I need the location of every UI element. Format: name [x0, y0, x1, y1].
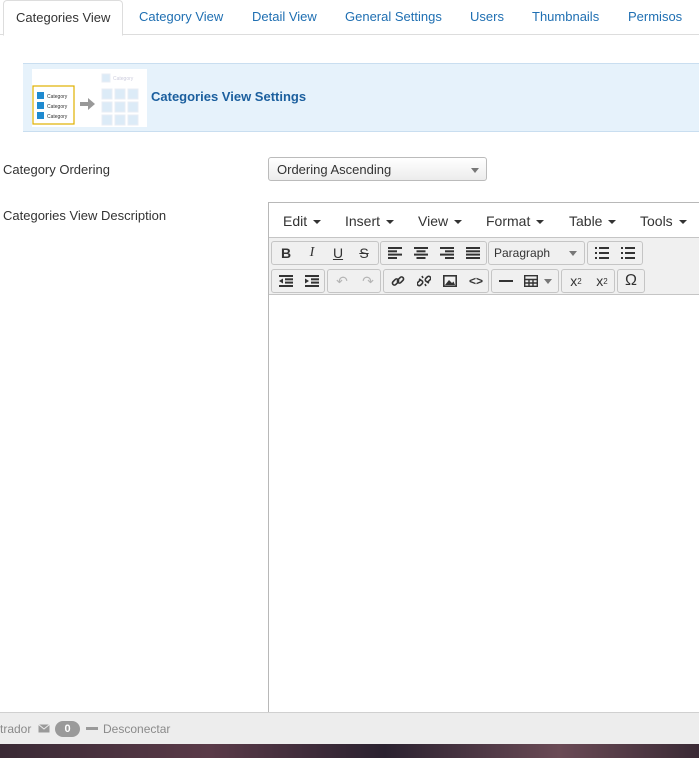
- unlink-icon[interactable]: [411, 270, 437, 292]
- code-icon[interactable]: <>: [463, 270, 489, 292]
- logout-link[interactable]: Desconectar: [103, 722, 170, 736]
- category-ordering-value: Ordering Ascending: [277, 162, 392, 177]
- redo-icon[interactable]: ↷: [355, 270, 381, 292]
- chevron-down-icon: [471, 168, 479, 173]
- desktop-background: [0, 744, 699, 758]
- menu-view[interactable]: View: [418, 213, 463, 229]
- chevron-down-icon: [454, 220, 463, 225]
- editor-content-area[interactable]: [269, 295, 699, 713]
- categories-view-description-label: Categories View Description: [3, 208, 167, 223]
- thumbnail-label: Category: [47, 104, 68, 110]
- dash-icon: [86, 727, 98, 730]
- tab-bar: Categories View Category View Detail Vie…: [0, 0, 699, 36]
- menu-tools-label: Tools: [640, 213, 673, 229]
- panel-title: Categories View Settings: [151, 89, 307, 104]
- strikethrough-icon[interactable]: S: [351, 242, 377, 264]
- image-icon[interactable]: [437, 270, 463, 292]
- text-style-group: B I U S: [271, 241, 379, 265]
- thumbnail-label: Category: [47, 114, 68, 120]
- italic-icon[interactable]: I: [299, 242, 325, 264]
- superscript-icon[interactable]: x2: [589, 270, 615, 292]
- menu-insert-label: Insert: [345, 213, 381, 229]
- chevron-down-icon: [313, 220, 322, 225]
- tab-users[interactable]: Users: [458, 0, 516, 35]
- menu-table[interactable]: Table: [569, 213, 617, 229]
- underline-icon[interactable]: U: [325, 242, 351, 264]
- tab-permisos[interactable]: Permisos: [616, 0, 694, 35]
- settings-header-panel: Category Category Category Category Cate…: [23, 63, 699, 132]
- menu-format-label: Format: [486, 213, 531, 229]
- category-ordering-label: Category Ordering: [3, 162, 110, 177]
- rule-table-group: [491, 269, 559, 293]
- list-group: [587, 241, 643, 265]
- chevron-down-icon: [569, 251, 577, 256]
- rich-text-editor: Edit Insert View Format Table Tools B I …: [268, 202, 699, 714]
- special-char-group: Ω: [617, 269, 645, 293]
- admin-status-bar: trador 0 Desconectar: [0, 712, 699, 744]
- bold-icon[interactable]: B: [273, 242, 299, 264]
- bullet-list-icon[interactable]: [589, 242, 615, 264]
- chevron-down-icon: [544, 278, 552, 284]
- envelope-icon[interactable]: [38, 724, 50, 733]
- chevron-down-icon: [678, 220, 687, 225]
- editor-menubar: Edit Insert View Format Table Tools: [269, 203, 699, 237]
- align-justify-icon[interactable]: [460, 242, 486, 264]
- menu-edit-label: Edit: [283, 213, 308, 229]
- tab-categories-view[interactable]: Categories View: [3, 0, 124, 36]
- tab-thumbnails[interactable]: Thumbnails: [520, 0, 611, 35]
- align-center-icon[interactable]: [408, 242, 434, 264]
- menu-edit[interactable]: Edit: [283, 213, 322, 229]
- horizontal-rule-icon[interactable]: [493, 270, 519, 292]
- chevron-down-icon: [608, 220, 617, 225]
- outdent-icon[interactable]: [273, 270, 299, 292]
- chevron-down-icon: [386, 220, 395, 225]
- insert-group: <>: [383, 269, 489, 293]
- subscript-icon[interactable]: x2: [563, 270, 589, 292]
- menu-insert[interactable]: Insert: [345, 213, 395, 229]
- history-group: ↶ ↷: [327, 269, 381, 293]
- indent-icon[interactable]: [299, 270, 325, 292]
- format-select[interactable]: Paragraph: [488, 241, 585, 265]
- table-icon[interactable]: [519, 270, 557, 292]
- align-right-icon[interactable]: [434, 242, 460, 264]
- link-icon[interactable]: [385, 270, 411, 292]
- editor-toolbar: B I U S Paragraph ↶ ↷ <> x 2 x 2 Ω: [269, 237, 699, 295]
- special-character-icon[interactable]: Ω: [618, 270, 644, 292]
- align-left-icon[interactable]: [382, 242, 408, 264]
- menu-view-label: View: [418, 213, 449, 229]
- message-count-badge[interactable]: 0: [55, 721, 80, 737]
- tab-general-settings[interactable]: General Settings: [333, 0, 454, 35]
- categories-view-thumbnail: Category Category Category Category: [32, 69, 147, 127]
- tab-category-view[interactable]: Category View: [127, 0, 235, 35]
- menu-table-label: Table: [569, 213, 603, 229]
- numbered-list-icon[interactable]: [615, 242, 641, 264]
- indent-group: [271, 269, 325, 293]
- menu-tools[interactable]: Tools: [640, 213, 687, 229]
- format-select-value: Paragraph: [494, 246, 551, 260]
- thumbnail-label: Category: [113, 76, 134, 82]
- menu-format[interactable]: Format: [486, 213, 545, 229]
- tab-detail-view[interactable]: Detail View: [240, 0, 329, 35]
- category-ordering-select[interactable]: Ordering Ascending: [268, 157, 487, 181]
- thumbnail-label: Category: [47, 94, 68, 100]
- undo-icon[interactable]: ↶: [329, 270, 355, 292]
- user-name-text[interactable]: trador: [0, 722, 31, 736]
- script-group: x2 x2: [561, 269, 615, 293]
- chevron-down-icon: [536, 220, 545, 225]
- alignment-group: [380, 241, 487, 265]
